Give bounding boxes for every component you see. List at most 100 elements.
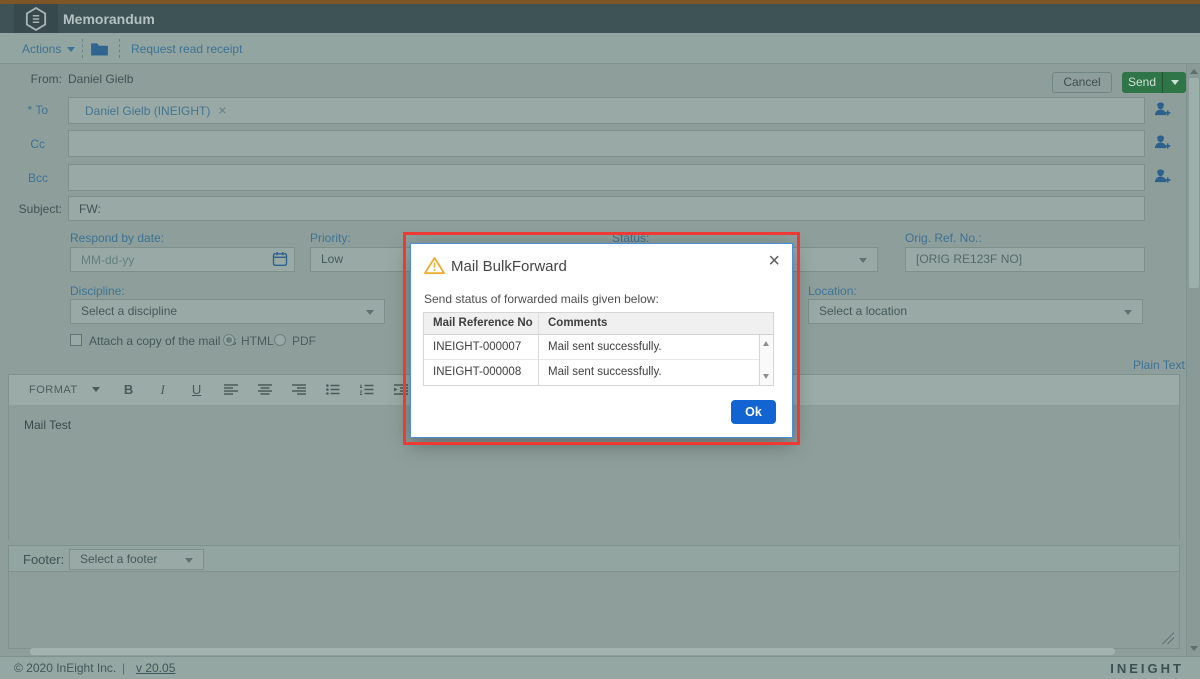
toolbar-divider [82, 39, 83, 58]
priority-label: Priority: [310, 231, 351, 245]
chevron-down-icon [185, 558, 193, 563]
mail-bulkforward-dialog: Mail BulkForward × Send status of forwar… [410, 243, 793, 438]
chevron-down-icon [1124, 310, 1132, 315]
calendar-icon[interactable] [272, 251, 288, 267]
to-field[interactable]: Daniel Gielb (INEIGHT)× [68, 97, 1145, 124]
ineight-hexagon-icon [25, 7, 47, 31]
footer-textarea[interactable] [8, 572, 1180, 649]
ok-button[interactable]: Ok [731, 400, 776, 424]
scroll-up-icon[interactable] [1190, 69, 1198, 74]
send-options-button[interactable] [1162, 72, 1186, 93]
table-cell-comment: Mail sent successfully. [539, 335, 759, 360]
chevron-down-icon [366, 310, 374, 315]
scroll-up-icon[interactable] [763, 341, 769, 346]
table-cell-comment: Mail sent successfully. [539, 360, 759, 385]
from-label: From: [0, 72, 62, 86]
folder-icon [90, 42, 109, 56]
ineight-wordmark: INEIGHT [1110, 661, 1184, 676]
bcc-label: Bcc [0, 171, 48, 185]
attach-html-label: HTML [241, 334, 274, 348]
compose-toolbar: Actions Request read receipt Cancel Send [0, 33, 1200, 64]
scroll-down-icon[interactable] [1190, 646, 1198, 651]
table-scrollbar[interactable] [759, 335, 773, 385]
app-header: Memorandum [0, 4, 1200, 33]
add-person-icon [1153, 101, 1172, 117]
add-person-icon [1153, 168, 1172, 184]
footer-select[interactable]: Select a footer [69, 549, 204, 570]
app-logo[interactable] [14, 4, 58, 33]
plain-text-link[interactable]: Plain Text [1133, 358, 1185, 372]
align-left-icon[interactable] [214, 375, 248, 405]
attach-pdf-label: PDF [292, 334, 316, 348]
cc-label: Cc [0, 137, 45, 151]
respond-by-date-input[interactable] [70, 247, 295, 272]
location-select[interactable]: Select a location [808, 299, 1143, 324]
attach-pdf-radio[interactable] [274, 334, 286, 346]
horizontal-scrollbar[interactable] [30, 648, 1115, 655]
subject-input[interactable] [68, 196, 1145, 221]
table-header-comments: Comments [539, 313, 759, 335]
add-to-contact-button[interactable] [1153, 101, 1172, 117]
add-bcc-contact-button[interactable] [1153, 168, 1172, 184]
statusbar-separator: | [122, 661, 125, 675]
footer-row: Footer: Select a footer [8, 545, 1180, 572]
to-label: * To [0, 103, 48, 117]
chevron-down-icon [1171, 80, 1179, 85]
table-cell-ref: INEIGHT-000008 [424, 360, 539, 385]
chevron-down-icon [859, 258, 867, 263]
footer-label: Footer: [23, 552, 64, 567]
table-header-mail-ref: Mail Reference No [424, 313, 539, 335]
vertical-scrollbar-thumb[interactable] [1189, 78, 1199, 288]
orig-ref-field[interactable]: [ORIG RE123F NO] [905, 247, 1145, 272]
attach-copy-checkbox[interactable] [70, 334, 82, 346]
version-link[interactable]: v 20.05 [136, 661, 175, 675]
align-center-icon[interactable] [248, 375, 282, 405]
folder-button[interactable] [90, 42, 109, 56]
mail-body-text: Mail Test [24, 418, 71, 432]
dialog-message: Send status of forwarded mails given bel… [424, 292, 659, 306]
table-cell-ref: INEIGHT-000007 [424, 335, 539, 360]
orig-ref-label: Orig. Ref. No.: [905, 231, 982, 245]
bcc-field[interactable] [68, 164, 1145, 191]
status-bar: © 2020 InEight Inc. | v 20.05 INEIGHT [0, 656, 1200, 679]
discipline-label: Discipline: [70, 284, 125, 298]
memorandum-compose-screen: Memorandum Actions Request read receipt … [0, 0, 1200, 679]
cancel-button[interactable]: Cancel [1052, 72, 1112, 93]
discipline-select[interactable]: Select a discipline [70, 299, 385, 324]
actions-menu-button[interactable]: Actions [22, 42, 75, 56]
cc-field[interactable] [68, 130, 1145, 157]
numbered-list-icon[interactable] [350, 375, 384, 405]
chevron-down-icon [92, 387, 100, 392]
location-label: Location: [808, 284, 857, 298]
from-value: Daniel Gielb [68, 72, 133, 86]
underline-button[interactable]: U [180, 375, 214, 405]
toolbar-divider [119, 39, 120, 58]
format-dropdown[interactable]: FORMAT [29, 384, 78, 396]
remove-recipient-icon[interactable]: × [218, 102, 226, 118]
page-title: Memorandum [63, 11, 155, 27]
add-person-icon [1153, 134, 1172, 150]
bold-button[interactable]: B [112, 375, 146, 405]
send-split-button[interactable]: Send [1122, 72, 1186, 93]
resize-grip-icon[interactable] [1162, 632, 1174, 644]
request-read-receipt-link[interactable]: Request read receipt [131, 42, 242, 56]
add-cc-contact-button[interactable] [1153, 134, 1172, 150]
warning-icon [424, 256, 445, 275]
align-right-icon[interactable] [282, 375, 316, 405]
copyright-text: © 2020 InEight Inc. [14, 661, 116, 675]
bullet-list-icon[interactable] [316, 375, 350, 405]
subject-label: Subject: [0, 202, 62, 216]
send-status-table: Mail Reference No Comments INEIGHT-00000… [423, 312, 774, 386]
italic-button[interactable]: I [146, 375, 180, 405]
recipient-chip[interactable]: Daniel Gielb (INEIGHT)× [69, 104, 227, 118]
attach-copy-label: Attach a copy of the mail as [89, 334, 236, 348]
attach-html-radio[interactable] [223, 334, 235, 346]
table-header-scroll-spacer [759, 313, 773, 335]
vertical-scrollbar[interactable] [1186, 64, 1200, 656]
close-icon[interactable]: × [768, 250, 780, 273]
chevron-down-icon [67, 47, 75, 52]
radio-selected-dot [226, 337, 232, 343]
dialog-title: Mail BulkForward [451, 258, 567, 275]
scroll-down-icon[interactable] [763, 374, 769, 379]
send-button[interactable]: Send [1122, 72, 1162, 93]
